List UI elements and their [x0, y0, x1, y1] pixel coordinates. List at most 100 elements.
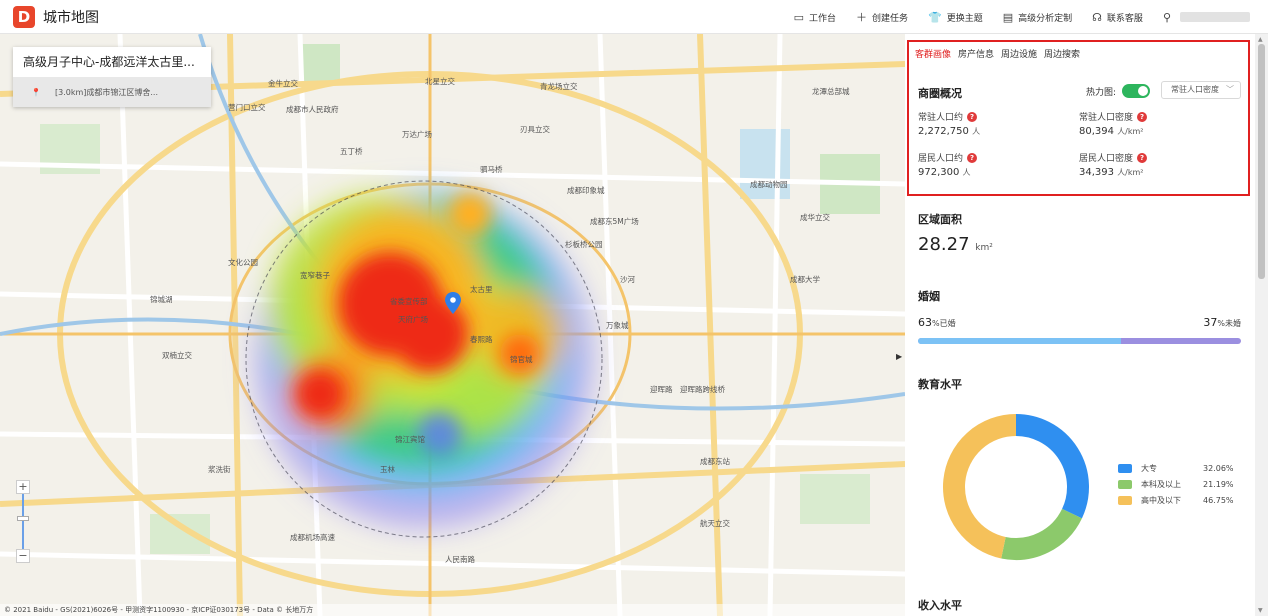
map-label: 成都东5M广场 — [590, 217, 639, 226]
map-label: 锦江宾馆 — [395, 435, 425, 444]
scroll-up-icon[interactable]: ▲ — [1258, 36, 1263, 43]
map-label: 双楠立交 — [162, 351, 192, 360]
scroll-down-icon[interactable]: ▼ — [1258, 607, 1263, 614]
map-label: 北星立交 — [425, 77, 455, 86]
zoom-out-button[interactable]: − — [16, 549, 30, 563]
stat-number: 972,300 — [918, 167, 960, 178]
map-label: 春熙路 — [470, 335, 493, 344]
stat-unit: 人/km² — [1117, 127, 1144, 136]
stat-value-resident: 2,272,750 人 — [918, 126, 980, 137]
nav-workbench[interactable]: ▭ 工作台 — [794, 11, 836, 24]
map-label: 浆洗街 — [208, 465, 231, 474]
stat-value-population-density: 34,393 人/km² — [1079, 167, 1144, 178]
stat-label-population: 居民人口约 ? — [918, 151, 978, 164]
map-label: 航天立交 — [700, 519, 730, 528]
map-label: 成都大学 — [790, 275, 820, 284]
legend-name: 本科及以上 — [1141, 479, 1181, 489]
map-canvas[interactable] — [0, 34, 905, 616]
map-label: 迎晖路跨线桥 — [680, 385, 725, 394]
stat-unit: 人 — [962, 168, 971, 177]
stat-label-text: 常驻人口约 — [918, 113, 964, 123]
nav-create-task[interactable]: ＋ 创建任务 — [856, 9, 908, 25]
map-label: 成都印象城 — [567, 186, 605, 195]
help-icon[interactable]: ? — [967, 152, 978, 163]
help-icon[interactable]: ? — [967, 111, 978, 122]
help-icon[interactable]: ? — [1137, 152, 1148, 163]
map-label: 宽窄巷子 — [300, 271, 330, 280]
map-label: 玉林 — [380, 465, 395, 474]
map-label: 营门口立交 — [228, 103, 266, 112]
help-icon[interactable]: ? — [1137, 111, 1148, 122]
single-number: 37 — [1203, 316, 1218, 329]
donut-slice — [1015, 414, 1089, 519]
panel-scrollbar[interactable]: ▲ ▼ — [1255, 34, 1268, 616]
nav-change-theme[interactable]: 👕 更换主题 — [928, 11, 983, 24]
stat-label-text: 居民人口密度 — [1079, 154, 1134, 164]
marriage-bar — [918, 338, 1241, 344]
heatmap-toggle-group: 热力图: — [1086, 84, 1151, 98]
app-logo-icon[interactable]: D — [13, 5, 35, 28]
legend-name: 大专 — [1141, 463, 1157, 473]
nav-advanced-analysis-label: 高级分析定制 — [1018, 13, 1073, 24]
stat-number: 34,393 — [1079, 167, 1114, 178]
education-title: 教育水平 — [918, 378, 962, 391]
scrollbar-thumb[interactable] — [1258, 44, 1265, 279]
map-label: 杉板桥公园 — [565, 240, 603, 249]
search-location-text: [3.0km]成都市锦江区博舍... — [54, 87, 158, 97]
education-legend: 大专 32.06% 本科及以上 21.19% 高中及以下 46.75% — [1118, 460, 1234, 508]
map-label: 成都动物园 — [750, 180, 788, 189]
top-nav: ▭ 工作台 ＋ 创建任务 👕 更换主题 ▤ 高级分析定制 ☊ 联系客服 ⚲ — [794, 0, 1250, 34]
map-label: 万象城 — [606, 321, 629, 330]
nav-contact-support-label: 联系客服 — [1106, 13, 1143, 24]
legend-item: 大专 32.06% — [1118, 460, 1234, 476]
stat-label-resident-density: 常驻人口密度 ? — [1079, 110, 1148, 123]
user-menu[interactable]: ⚲ — [1163, 11, 1250, 24]
legend-swatch — [1118, 495, 1132, 505]
married-percent: 63%已婚 — [918, 316, 956, 329]
zoom-slider[interactable] — [17, 494, 29, 549]
nav-workbench-label: 工作台 — [808, 13, 836, 24]
search-title[interactable]: 高级月子中心-成都远洋太古里... — [13, 47, 211, 77]
user-name-redacted — [1180, 12, 1250, 22]
tab-property-info[interactable]: 房产信息 — [958, 47, 994, 60]
tab-customer-profile[interactable]: 客群画像 — [915, 47, 951, 60]
side-panel: 客群画像 房产信息 周边设施 周边搜索 商圈概况 热力图: 常驻人口密度 ﹀ 常… — [905, 34, 1255, 616]
map-label: 金牛立交 — [268, 79, 298, 88]
income-title: 收入水平 — [918, 599, 962, 612]
married-number: 63 — [918, 316, 932, 329]
monitor-icon: ▭ — [793, 10, 804, 24]
stat-label-resident: 常驻人口约 ? — [918, 110, 978, 123]
nav-contact-support[interactable]: ☊ 联系客服 — [1092, 11, 1143, 24]
legend-pct: 21.19% — [1203, 479, 1234, 489]
heatmap-switch[interactable] — [1122, 84, 1151, 98]
search-location-row[interactable]: 📍 [3.0km]成都市锦江区博舍... — [13, 77, 211, 107]
density-select-value: 常驻人口密度 — [1171, 85, 1219, 94]
zoom-control[interactable]: + − — [16, 480, 30, 563]
search-card[interactable]: 高级月子中心-成都远洋太古里... 📍 [3.0km]成都市锦江区博舍... — [13, 47, 211, 107]
map-label: 万达广场 — [402, 130, 432, 139]
map-label: 成华立交 — [800, 213, 830, 222]
map-label: 成都市人民政府 — [286, 105, 339, 114]
map-label: 成都东站 — [700, 457, 730, 466]
stat-number: 80,394 — [1079, 126, 1114, 137]
nav-advanced-analysis[interactable]: ▤ 高级分析定制 — [1003, 11, 1072, 24]
legend-pct: 32.06% — [1203, 463, 1234, 473]
plus-icon: ＋ — [855, 11, 867, 24]
collapse-panel-icon[interactable]: ▶ — [896, 352, 905, 366]
area-unit: km² — [975, 243, 993, 253]
marriage-bar-fill — [918, 338, 1122, 344]
heatmap-label: 热力图: — [1086, 87, 1117, 98]
map-label: 人民南路 — [445, 555, 475, 564]
zoom-in-button[interactable]: + — [16, 480, 30, 494]
tab-nearby-search[interactable]: 周边搜索 — [1044, 47, 1080, 60]
zoom-slider-thumb[interactable] — [17, 516, 29, 521]
donut-slice — [1001, 508, 1082, 560]
map-label: 五丁桥 — [340, 147, 363, 156]
headset-icon: ☊ — [1092, 10, 1102, 24]
density-select[interactable]: 常驻人口密度 ﹀ — [1161, 81, 1241, 99]
map-label: 天府广场 — [398, 315, 428, 324]
tab-nearby-facilities[interactable]: 周边设施 — [1001, 47, 1037, 60]
nav-create-task-label: 创建任务 — [871, 13, 908, 24]
map-view[interactable]: 北星立交 青龙场立交 刃具立交 成都印象城 五丁桥 万达广场 成都东5M广场 杉… — [0, 34, 905, 616]
legend-swatch — [1118, 479, 1132, 489]
